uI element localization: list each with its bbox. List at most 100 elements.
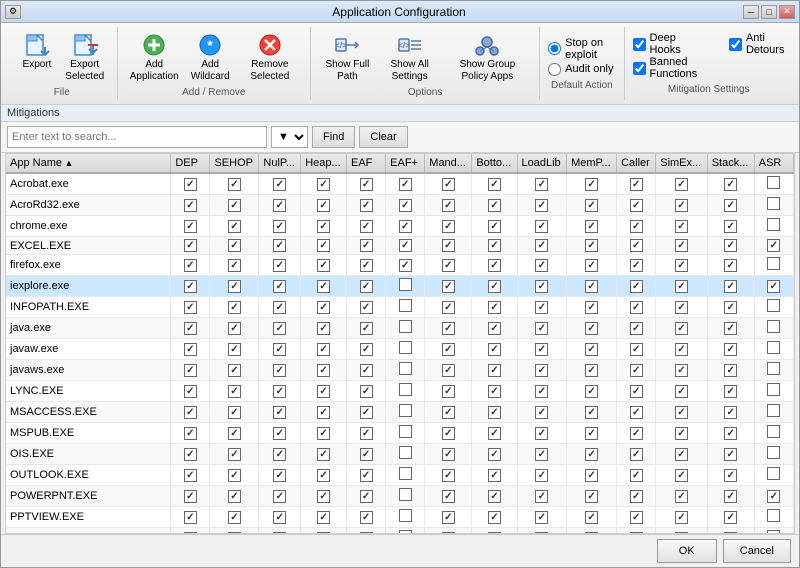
checkbox[interactable] xyxy=(767,320,780,333)
check-cell[interactable] xyxy=(472,297,517,318)
checkbox[interactable] xyxy=(585,220,598,233)
check-cell[interactable] xyxy=(347,255,386,276)
audit-only-option[interactable]: Audit only xyxy=(548,63,615,76)
check-cell[interactable] xyxy=(347,444,386,465)
checkbox[interactable] xyxy=(399,259,412,272)
table-row[interactable]: PPTVIEW.EXE xyxy=(6,507,794,528)
check-cell[interactable] xyxy=(707,381,754,402)
checkbox[interactable] xyxy=(399,467,412,480)
checkbox[interactable] xyxy=(488,490,501,503)
check-cell[interactable] xyxy=(425,465,472,486)
checkbox[interactable] xyxy=(228,448,241,461)
checkbox[interactable] xyxy=(317,448,330,461)
check-cell[interactable] xyxy=(386,318,425,339)
checkbox[interactable] xyxy=(488,448,501,461)
checkbox[interactable] xyxy=(273,406,286,419)
checkbox[interactable] xyxy=(360,220,373,233)
check-cell[interactable] xyxy=(425,402,472,423)
checkbox[interactable] xyxy=(442,259,455,272)
check-cell[interactable] xyxy=(386,237,425,255)
check-cell[interactable] xyxy=(656,339,707,360)
table-row[interactable]: MSPUB.EXE xyxy=(6,423,794,444)
check-cell[interactable] xyxy=(617,318,656,339)
check-cell[interactable] xyxy=(347,423,386,444)
check-cell[interactable] xyxy=(617,444,656,465)
checkbox[interactable] xyxy=(724,199,737,212)
checkbox[interactable] xyxy=(360,178,373,191)
check-cell[interactable] xyxy=(567,237,617,255)
check-cell[interactable] xyxy=(472,465,517,486)
table-row[interactable]: OIS.EXE xyxy=(6,444,794,465)
checkbox[interactable] xyxy=(535,178,548,191)
checkbox[interactable] xyxy=(585,178,598,191)
checkbox[interactable] xyxy=(273,301,286,314)
checkbox[interactable] xyxy=(675,259,688,272)
check-cell[interactable] xyxy=(386,402,425,423)
check-cell[interactable] xyxy=(567,195,617,216)
check-cell[interactable] xyxy=(259,339,301,360)
check-cell[interactable] xyxy=(754,381,793,402)
check-cell[interactable] xyxy=(210,486,259,507)
check-cell[interactable] xyxy=(567,318,617,339)
check-cell[interactable] xyxy=(259,402,301,423)
checkbox[interactable] xyxy=(724,406,737,419)
checkbox[interactable] xyxy=(317,259,330,272)
check-cell[interactable] xyxy=(517,423,567,444)
anti-detours-checkbox[interactable] xyxy=(729,38,742,51)
checkbox[interactable] xyxy=(675,178,688,191)
checkbox[interactable] xyxy=(630,280,643,293)
checkbox[interactable] xyxy=(630,239,643,252)
check-cell[interactable] xyxy=(301,339,347,360)
checkbox[interactable] xyxy=(184,322,197,335)
checkbox[interactable] xyxy=(228,343,241,356)
checkbox[interactable] xyxy=(535,199,548,212)
check-cell[interactable] xyxy=(347,195,386,216)
check-cell[interactable] xyxy=(656,465,707,486)
checkbox[interactable] xyxy=(317,343,330,356)
checkbox[interactable] xyxy=(488,220,501,233)
check-cell[interactable] xyxy=(347,486,386,507)
checkbox[interactable] xyxy=(184,385,197,398)
checkbox[interactable] xyxy=(675,301,688,314)
checkbox[interactable] xyxy=(767,404,780,417)
checkbox[interactable] xyxy=(442,427,455,440)
check-cell[interactable] xyxy=(567,402,617,423)
check-cell[interactable] xyxy=(617,339,656,360)
checkbox[interactable] xyxy=(630,469,643,482)
check-cell[interactable] xyxy=(567,276,617,297)
check-cell[interactable] xyxy=(301,173,347,195)
checkbox[interactable] xyxy=(767,383,780,396)
checkbox[interactable] xyxy=(399,320,412,333)
checkbox[interactable] xyxy=(630,385,643,398)
check-cell[interactable] xyxy=(171,423,210,444)
col-header-dep[interactable]: DEP xyxy=(171,154,210,173)
check-cell[interactable] xyxy=(171,339,210,360)
checkbox[interactable] xyxy=(488,406,501,419)
check-cell[interactable] xyxy=(472,237,517,255)
check-cell[interactable] xyxy=(425,297,472,318)
check-cell[interactable] xyxy=(210,216,259,237)
deep-hooks-checkbox[interactable] xyxy=(633,38,646,51)
checkbox[interactable] xyxy=(767,362,780,375)
check-cell[interactable] xyxy=(567,465,617,486)
show-full-path-button[interactable]: </> Show Full Path xyxy=(319,29,376,85)
checkbox[interactable] xyxy=(228,220,241,233)
check-cell[interactable] xyxy=(617,465,656,486)
remove-selected-button[interactable]: Remove Selected xyxy=(238,29,303,85)
check-cell[interactable] xyxy=(347,381,386,402)
checkbox[interactable] xyxy=(317,199,330,212)
checkbox[interactable] xyxy=(675,490,688,503)
check-cell[interactable] xyxy=(347,297,386,318)
checkbox[interactable] xyxy=(442,280,455,293)
checkbox[interactable] xyxy=(273,427,286,440)
checkbox[interactable] xyxy=(488,322,501,335)
col-header-mand[interactable]: Mand... xyxy=(425,154,472,173)
checkbox[interactable] xyxy=(273,280,286,293)
check-cell[interactable] xyxy=(656,195,707,216)
checkbox[interactable] xyxy=(585,469,598,482)
table-row[interactable]: EXCEL.EXE xyxy=(6,237,794,255)
check-cell[interactable] xyxy=(259,444,301,465)
checkbox[interactable] xyxy=(317,178,330,191)
checkbox[interactable] xyxy=(675,239,688,252)
check-cell[interactable] xyxy=(259,486,301,507)
